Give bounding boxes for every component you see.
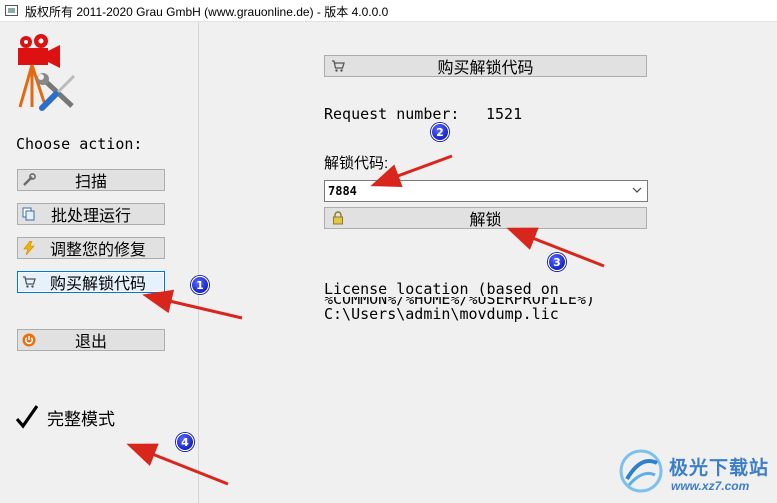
- license-line-3: C:\Users\admin\movdump.lic: [324, 305, 559, 323]
- checkmark-icon: [16, 405, 38, 429]
- copy-icon: [22, 207, 36, 221]
- exit-button-label: 退出: [74, 334, 107, 351]
- choose-action-label: Choose action:: [16, 135, 143, 153]
- badge-4: 4: [176, 433, 194, 451]
- camera-tools-logo-icon: [18, 34, 76, 111]
- wrench-icon: [22, 173, 36, 187]
- power-icon: [22, 333, 36, 347]
- unlock-code-input[interactable]: 7884: [324, 180, 648, 202]
- lock-icon: [331, 211, 345, 225]
- buy-unlock-code-left-label: 购买解锁代码: [49, 276, 146, 293]
- badge-2: 2: [431, 123, 449, 141]
- batch-run-button[interactable]: 批处理运行: [17, 203, 165, 225]
- license-line-2: %COMMON%/%HOME%/%USERPROFILE%): [324, 297, 595, 306]
- unlock-button-label: 解锁: [469, 212, 502, 229]
- license-line-1: License location (based on: [324, 280, 559, 298]
- request-number-value: 1521: [486, 105, 523, 123]
- app-icon: [5, 5, 18, 16]
- scan-button-label: 扫描: [74, 174, 107, 191]
- buy-unlock-code-label: 购买解锁代码: [437, 60, 534, 77]
- cart-icon: [22, 275, 36, 289]
- adjust-repair-button[interactable]: 调整您的修复: [17, 237, 165, 259]
- buy-unlock-code-left-button[interactable]: 购买解锁代码: [17, 271, 165, 293]
- unlock-button[interactable]: 解锁: [324, 207, 647, 229]
- chevron-down-icon[interactable]: [632, 185, 642, 195]
- window-title: 版权所有 2011-2020 Grau GmbH (www.grauonline…: [25, 5, 389, 19]
- adjust-repair-button-label: 调整您的修复: [49, 242, 146, 259]
- exit-button[interactable]: 退出: [17, 329, 165, 351]
- badge-1: 1: [191, 276, 209, 294]
- scan-button[interactable]: 扫描: [17, 169, 165, 191]
- full-mode-label: 完整模式: [47, 409, 115, 429]
- title-bar: 版权所有 2011-2020 Grau GmbH (www.grauonline…: [0, 0, 777, 22]
- buy-unlock-code-button[interactable]: 购买解锁代码: [324, 55, 647, 77]
- watermark-url: www.xz7.com: [671, 479, 750, 493]
- aurora-logo-icon: [619, 449, 663, 493]
- lightning-icon: [22, 241, 36, 255]
- full-mode-toggle[interactable]: 完整模式: [16, 404, 115, 430]
- left-pane: Choose action:: [0, 22, 199, 503]
- watermark: 极光下载站 www.xz7.com: [615, 445, 775, 503]
- license-location-text: License location (based on %COMMON%/%HOM…: [324, 281, 595, 322]
- request-number-label: Request number:: [324, 105, 460, 123]
- badge-3: 3: [548, 253, 566, 271]
- watermark-name: 极光下载站: [669, 458, 770, 479]
- cart-icon: [331, 59, 345, 73]
- license-line-2-wrap: %COMMON%/%HOME%/%USERPROFILE%): [324, 297, 595, 306]
- unlock-code-label: 解锁代码:: [324, 155, 389, 172]
- batch-run-button-label: 批处理运行: [50, 208, 131, 225]
- unlock-code-value: 7884: [328, 184, 357, 198]
